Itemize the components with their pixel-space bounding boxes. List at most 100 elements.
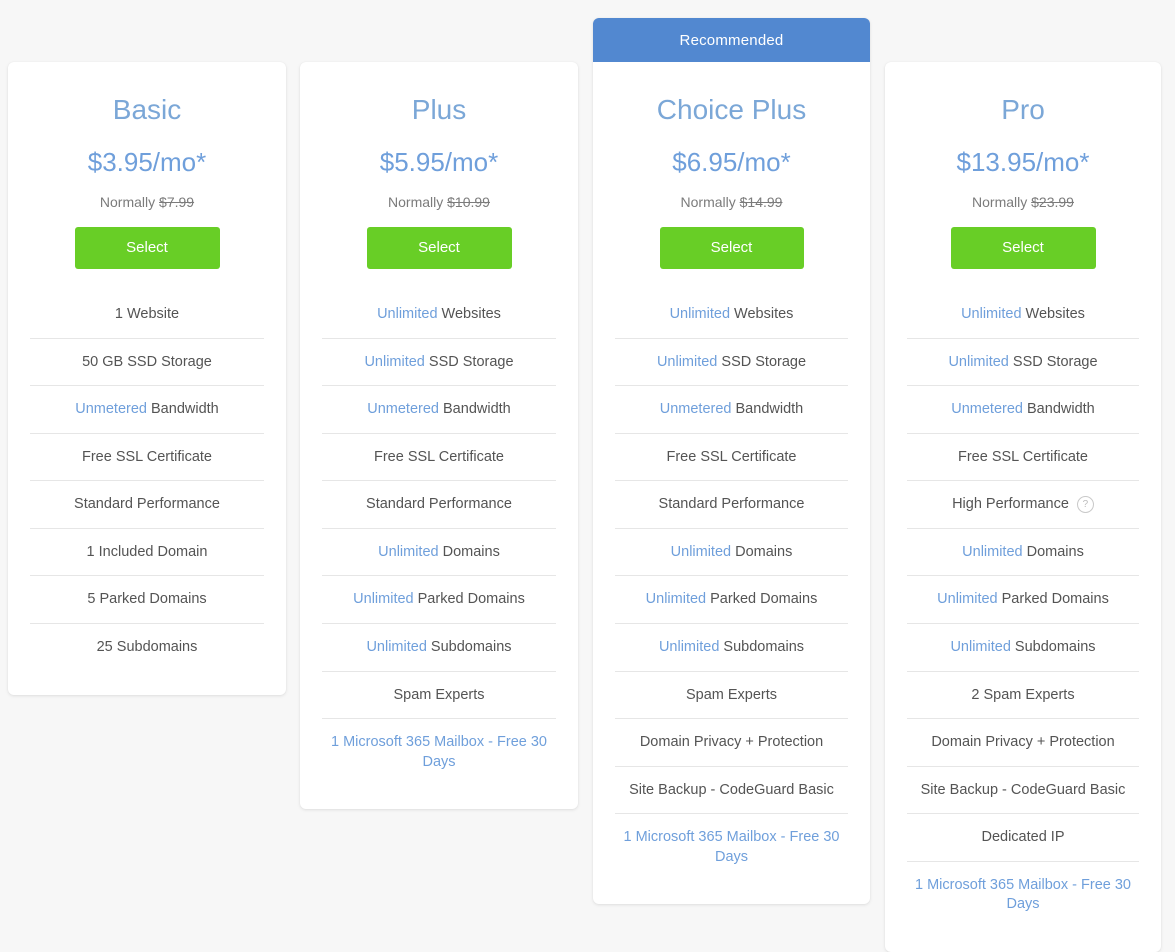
- feature-highlight: Unlimited: [669, 306, 731, 322]
- feature-item: High Performance?: [907, 481, 1139, 529]
- feature-item: Domain Privacy + Protection: [615, 719, 848, 767]
- feature-label: Domain Privacy + Protection: [931, 734, 1115, 751]
- feature-label: Parked Domains: [413, 591, 525, 608]
- plan-card-basic: Basic $3.95/mo* Normally $7.99 Select 1 …: [8, 62, 286, 695]
- plan-header-choice-plus: Choice Plus $6.95/mo* Normally $14.99 Se…: [593, 62, 870, 269]
- feature-highlight: Unlimited: [353, 591, 414, 608]
- feature-label: Free SSL Certificate: [81, 448, 212, 465]
- feature-item: Unlimited Domains: [322, 529, 556, 577]
- feature-item[interactable]: 1 Microsoft 365 Mailbox - Free 30 Days: [907, 862, 1139, 928]
- pricing-table: Basic $3.95/mo* Normally $7.99 Select 1 …: [0, 0, 1175, 952]
- feature-highlight: Unmetered: [951, 401, 1023, 418]
- plan-title-pro: Pro: [1001, 94, 1045, 125]
- feature-label: Domains: [438, 543, 500, 560]
- plan-header-pro: Pro $13.95/mo* Normally $23.99 Select: [885, 62, 1161, 269]
- feature-highlight: Unlimited: [658, 638, 720, 655]
- feature-label: 50 GB SSD Storage: [82, 353, 212, 370]
- feature-label: Free SSL Certificate: [666, 448, 797, 465]
- feature-label: 1 Website: [114, 306, 180, 322]
- feature-item: Unlimited SSD Storage: [615, 339, 848, 387]
- normally-label: Normally: [972, 194, 1028, 210]
- feature-highlight: Unmetered: [367, 401, 439, 418]
- select-button-choice-plus[interactable]: Select: [659, 227, 804, 269]
- feature-item: Unlimited Parked Domains: [907, 576, 1139, 624]
- feature-item: Free SSL Certificate: [907, 434, 1139, 482]
- feature-item: Unlimited Subdomains: [615, 624, 848, 672]
- feature-label: Subdomains: [719, 638, 805, 655]
- feature-label: 25 Subdomains: [96, 638, 198, 655]
- feature-label: Websites: [437, 306, 501, 322]
- plan-title-plus: Plus: [411, 94, 467, 125]
- feature-item: 5 Parked Domains: [30, 576, 264, 624]
- plan-price-choice-plus: $6.95/mo*: [672, 147, 791, 177]
- feature-item: Site Backup - CodeGuard Basic: [615, 767, 848, 815]
- feature-item: Unlimited Parked Domains: [322, 576, 556, 624]
- normally-label: Normally: [99, 194, 156, 210]
- feature-label: Free SSL Certificate: [373, 448, 504, 465]
- plan-title-choice-plus: Choice Plus: [656, 94, 807, 125]
- feature-label: Domains: [731, 543, 793, 560]
- plan-title-basic: Basic: [112, 94, 182, 125]
- feature-item: Free SSL Certificate: [30, 434, 264, 482]
- plan-normally-plus: Normally $10.99: [300, 195, 578, 209]
- select-button-plus[interactable]: Select: [366, 227, 512, 269]
- feature-highlight: Unlimited: [961, 306, 1022, 322]
- feature-item: Unlimited Subdomains: [907, 624, 1139, 672]
- help-icon[interactable]: ?: [1076, 495, 1094, 513]
- feature-list-basic: 1 Website 50 GB SSD Storage Unmetered Band…: [8, 291, 286, 695]
- feature-item: Spam Experts: [615, 672, 848, 720]
- feature-highlight: Unlimited: [656, 353, 718, 370]
- plan-card-pro: Pro $13.95/mo* Normally $23.99 Select Un…: [885, 62, 1161, 952]
- feature-item: Unlimited Websites: [615, 291, 848, 339]
- plan-price-pro: $13.95/mo*: [956, 147, 1090, 177]
- feature-item: Standard Performance: [30, 481, 264, 529]
- feature-highlight: Unlimited: [948, 353, 1009, 370]
- select-button-pro[interactable]: Select: [950, 227, 1096, 269]
- feature-label: Parked Domains: [997, 591, 1109, 608]
- feature-label: Standard Performance: [74, 496, 220, 513]
- feature-item: Unlimited Domains: [615, 529, 848, 577]
- feature-item: 50 GB SSD Storage: [30, 339, 264, 387]
- feature-label: Websites: [1021, 306, 1085, 322]
- feature-label: SSD Storage: [424, 353, 514, 370]
- feature-list-pro: Unlimited Websites Unlimited SSD Storage U…: [885, 291, 1161, 952]
- feature-label: Domains: [1022, 543, 1084, 560]
- plan-header-plus: Plus $5.95/mo* Normally $10.99 Select: [300, 62, 578, 269]
- feature-label: Site Backup - CodeGuard Basic: [920, 781, 1126, 798]
- feature-list-plus: Unlimited Websites Unlimited SSD Storage U…: [300, 291, 578, 809]
- feature-highlight: Unlimited: [364, 353, 425, 370]
- normally-label: Normally: [680, 194, 736, 210]
- feature-label: Standard Performance: [366, 496, 512, 513]
- feature-item: Dedicated IP: [907, 814, 1139, 862]
- feature-highlight: Unmetered: [75, 401, 147, 418]
- feature-item: Standard Performance: [322, 481, 556, 529]
- feature-item: Unlimited Subdomains: [322, 624, 556, 672]
- feature-label: Websites: [730, 306, 794, 322]
- feature-highlight: Unlimited: [670, 543, 732, 560]
- feature-label: Bandwidth: [438, 401, 511, 418]
- feature-label: 2 Spam Experts: [971, 686, 1075, 703]
- feature-item: 25 Subdomains: [30, 624, 264, 671]
- recommended-ribbon: Recommended: [593, 18, 870, 62]
- feature-label: Bandwidth: [731, 401, 804, 418]
- feature-item: Unmetered Bandwidth: [322, 386, 556, 434]
- feature-label: Bandwidth: [1022, 401, 1095, 418]
- feature-label: 1 Microsoft 365 Mailbox - Free 30 Days: [915, 876, 1131, 913]
- select-button-basic[interactable]: Select: [74, 227, 220, 269]
- feature-highlight: Unlimited: [950, 638, 1011, 655]
- feature-label: Free SSL Certificate: [957, 448, 1088, 465]
- plan-price-plus: $5.95/mo*: [379, 147, 499, 177]
- feature-highlight: Unlimited: [366, 638, 427, 655]
- feature-highlight: Unlimited: [937, 591, 998, 608]
- feature-item: Free SSL Certificate: [322, 434, 556, 482]
- feature-item: Unlimited SSD Storage: [907, 339, 1139, 387]
- feature-highlight: Unlimited: [378, 543, 439, 560]
- feature-label: Bandwidth: [146, 401, 219, 418]
- feature-item[interactable]: 1 Microsoft 365 Mailbox - Free 30 Days: [322, 719, 556, 785]
- original-price: $23.99: [1031, 194, 1074, 210]
- feature-item: 1 Included Domain: [30, 529, 264, 577]
- plan-price-basic: $3.95/mo*: [87, 147, 207, 177]
- feature-item[interactable]: 1 Microsoft 365 Mailbox - Free 30 Days: [615, 814, 848, 880]
- feature-item: Standard Performance: [615, 481, 848, 529]
- feature-item: Unmetered Bandwidth: [907, 386, 1139, 434]
